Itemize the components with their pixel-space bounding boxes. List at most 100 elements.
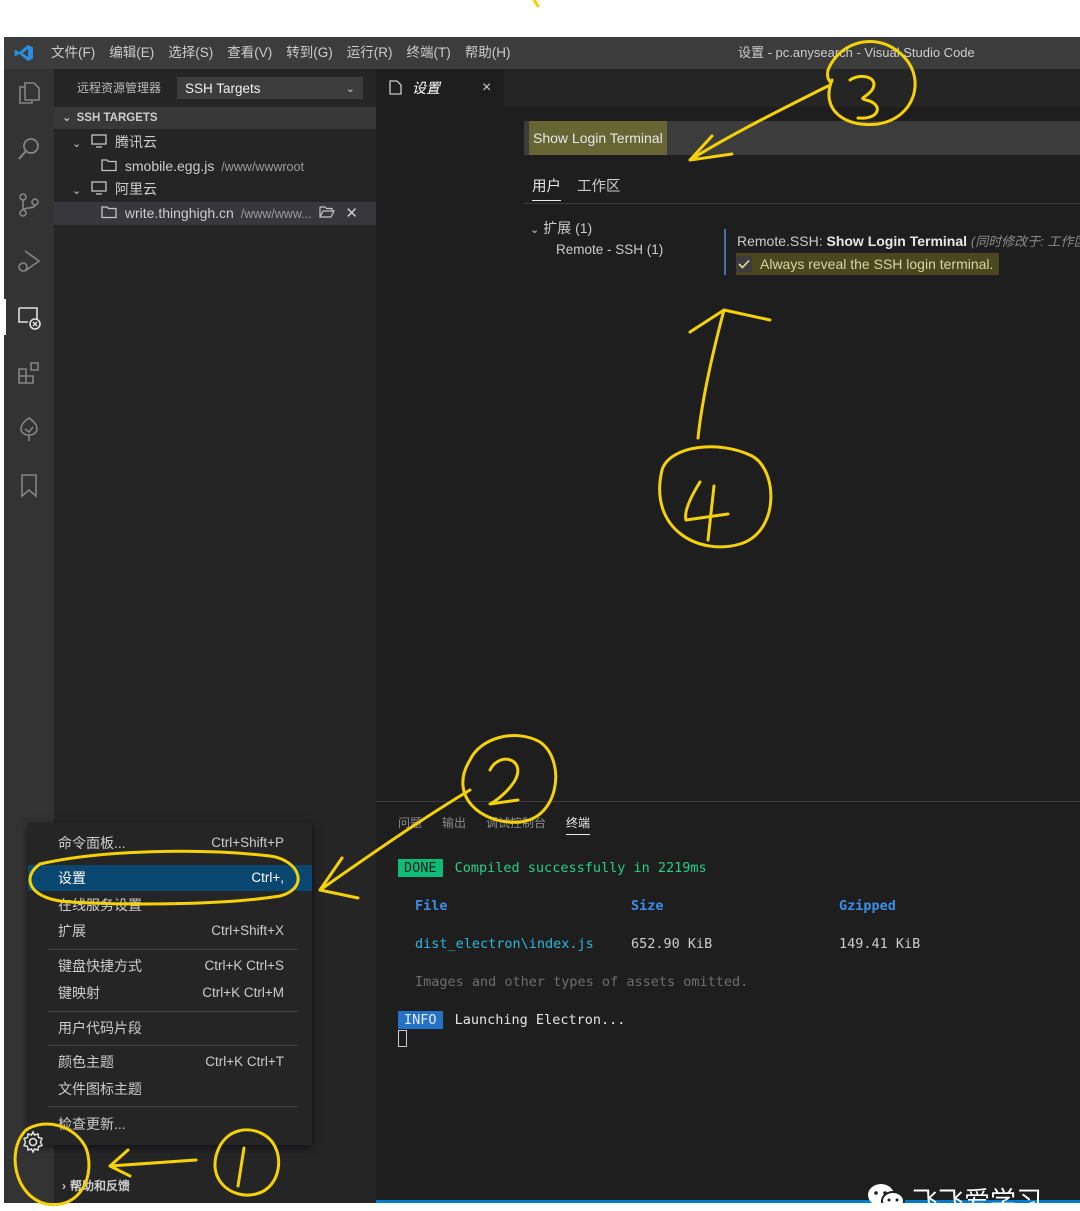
menu-bar: 文件(F) 编辑(E) 选择(S) 查看(V) 转到(G) 运行(R) 终端(T… — [44, 37, 518, 69]
remote-type-select[interactable]: SSH Targets ⌄ — [177, 77, 363, 99]
menu-item-online-services[interactable]: 在线服务设置 — [28, 892, 312, 918]
tab-settings[interactable]: 设置 × — [376, 69, 504, 107]
chevron-down-icon: ⌄ — [72, 138, 82, 150]
sidebar-header: 远程资源管理器 SSH Targets ⌄ — [54, 69, 376, 107]
menu-item-file-icon-theme[interactable]: 文件图标主题 — [28, 1076, 312, 1102]
info-text: Launching Electron... — [454, 1012, 626, 1028]
source-control-icon[interactable] — [4, 181, 54, 229]
close-icon[interactable]: ✕ — [345, 205, 358, 222]
watermark: 飞飞爱学习 — [866, 1181, 1042, 1203]
wechat-icon — [866, 1182, 906, 1203]
menu-terminal[interactable]: 终端(T) — [400, 37, 458, 69]
vscode-logo-icon — [14, 44, 34, 62]
settings-search-value: Show Login Terminal — [529, 121, 667, 155]
col-gzipped: Gzipped — [839, 898, 896, 914]
menu-item-color-theme[interactable]: 颜色主题 Ctrl+K Ctrl+T — [28, 1049, 312, 1075]
menu-file[interactable]: 文件(F) — [44, 37, 102, 69]
window-title: 设置 - pc.anysearch - Visual Studio Code — [738, 45, 975, 60]
explorer-icon[interactable] — [4, 69, 54, 117]
run-debug-icon[interactable] — [4, 237, 54, 285]
help-feedback-section[interactable]: › 帮助和反馈 — [62, 1177, 130, 1194]
folder-path: /www/www... — [240, 207, 312, 221]
help-feedback-label: 帮助和反馈 — [70, 1179, 131, 1193]
ssh-targets-section[interactable]: ⌄ SSH TARGETS — [54, 107, 376, 129]
remote-tree-icon[interactable] — [4, 405, 54, 453]
menu-view[interactable]: 查看(V) — [220, 37, 279, 69]
menu-item-keyboard-shortcuts[interactable]: 键盘快捷方式 Ctrl+K Ctrl+S — [28, 953, 312, 979]
open-folder-icon[interactable] — [319, 203, 336, 226]
manage-gear-button[interactable] — [8, 1119, 58, 1165]
watermark-text: 飞飞爱学习 — [912, 1186, 1043, 1203]
tab-terminal[interactable]: 终端 — [566, 814, 591, 835]
title-bar: 文件(F) 编辑(E) 选择(S) 查看(V) 转到(G) 运行(R) 终端(T… — [4, 37, 1080, 69]
bottom-panel: 问题 输出 调试控制台 终端 DONE Compiled successfull… — [376, 801, 1080, 1202]
setting-modified-note: (同时修改于: 工作区 — [970, 234, 1080, 249]
tab-problems[interactable]: 问题 — [398, 814, 422, 835]
done-badge: DONE — [398, 859, 443, 877]
terminal-done-line: DONE Compiled successfully in 2219ms — [398, 859, 707, 877]
menu-item-extensions[interactable]: 扩展 Ctrl+Shift+X — [28, 918, 312, 944]
host-item-tencent[interactable]: ⌄ 腾讯云 — [54, 131, 376, 154]
setting-name: Show Login Terminal — [826, 233, 968, 249]
menu-item-check-updates[interactable]: 检查更新... — [28, 1111, 312, 1137]
search-icon[interactable] — [4, 125, 54, 173]
remote-type-value: SSH Targets — [185, 81, 261, 96]
extensions-icon[interactable] — [4, 349, 54, 397]
setting-checkbox[interactable] — [736, 256, 752, 272]
chevron-down-icon: ⌄ — [530, 224, 540, 236]
settings-search-input[interactable]: Show Login Terminal — [524, 121, 1080, 155]
col-file: File — [415, 898, 448, 914]
menu-go[interactable]: 转到(G) — [279, 37, 340, 69]
col-size: Size — [631, 898, 664, 914]
vscode-window: 文件(F) 编辑(E) 选择(S) 查看(V) 转到(G) 运行(R) 终端(T… — [4, 37, 1080, 1203]
folder-item-write[interactable]: write.thinghigh.cn /www/www... ✕ — [54, 202, 376, 225]
toc-extensions[interactable]: ⌄ 扩展 (1) — [530, 218, 592, 238]
tab-debug-console[interactable]: 调试控制台 — [486, 814, 546, 835]
menu-divider — [48, 1045, 298, 1046]
settings-scope-tabs: 用户 工作区 — [532, 173, 637, 201]
folder-name: smobile.egg.js — [124, 158, 215, 174]
toc-extensions-label: 扩展 (1) — [543, 220, 593, 236]
tab-user[interactable]: 用户 — [532, 173, 561, 201]
editor-tab-bar: 设置 × — [376, 69, 1080, 107]
terminal-cursor[interactable] — [398, 1030, 407, 1047]
setting-category: Remote.SSH: — [737, 233, 827, 249]
tab-workspace[interactable]: 工作区 — [577, 173, 621, 201]
setting-show-login-terminal: Remote.SSH: Show Login Terminal (同时修改于: … — [724, 229, 1080, 275]
row-size: 652.90 KiB — [631, 936, 713, 952]
folder-icon — [101, 156, 117, 179]
host-item-aliyun[interactable]: ⌄ 阿里云 — [54, 178, 376, 201]
done-text: Compiled successfully in 2219ms — [454, 860, 707, 876]
menu-selection[interactable]: 选择(S) — [161, 37, 220, 69]
setting-description: Always reveal the SSH login terminal. — [760, 256, 994, 272]
monitor-icon — [91, 132, 107, 155]
menu-item-keymaps[interactable]: 键映射 Ctrl+K Ctrl+M — [28, 980, 312, 1006]
menu-run[interactable]: 运行(R) — [340, 37, 400, 69]
toc-remote-ssh[interactable]: Remote - SSH (1) — [556, 242, 663, 257]
menu-item-command-palette[interactable]: 命令面板... Ctrl+Shift+P — [28, 830, 312, 856]
chevron-down-icon: ⌄ — [345, 83, 355, 95]
menu-divider — [48, 1106, 298, 1107]
menu-item-settings[interactable]: 设置 Ctrl+, — [28, 865, 312, 891]
section-title: SSH TARGETS — [76, 112, 158, 124]
manage-context-menu: 命令面板... Ctrl+Shift+P 设置 Ctrl+, 在线服务设置 扩展 Ct… — [28, 823, 312, 1145]
tab-output[interactable]: 输出 — [442, 814, 466, 835]
folder-item-smobile[interactable]: smobile.egg.js /www/wwwroot — [54, 155, 376, 178]
menu-edit[interactable]: 编辑(E) — [102, 37, 161, 69]
info-badge: INFO — [398, 1011, 443, 1029]
bookmark-icon[interactable] — [4, 461, 54, 509]
tab-label: 设置 — [412, 80, 440, 96]
chevron-down-icon: ⌄ — [62, 112, 72, 124]
folder-path: /www/wwwroot — [221, 160, 304, 174]
chevron-down-icon: ⌄ — [72, 185, 82, 197]
host-name: 阿里云 — [115, 181, 157, 197]
annotation-mark-top — [532, 0, 540, 8]
remote-explorer-icon[interactable] — [4, 293, 54, 341]
menu-help[interactable]: 帮助(H) — [458, 37, 518, 69]
menu-item-user-snippets[interactable]: 用户代码片段 — [28, 1015, 312, 1041]
host-name: 腾讯云 — [115, 134, 157, 150]
monitor-icon — [91, 179, 107, 202]
folder-icon — [101, 203, 117, 226]
sidebar-title: 远程资源管理器 — [77, 81, 162, 95]
tab-close-button[interactable]: × — [482, 69, 491, 107]
